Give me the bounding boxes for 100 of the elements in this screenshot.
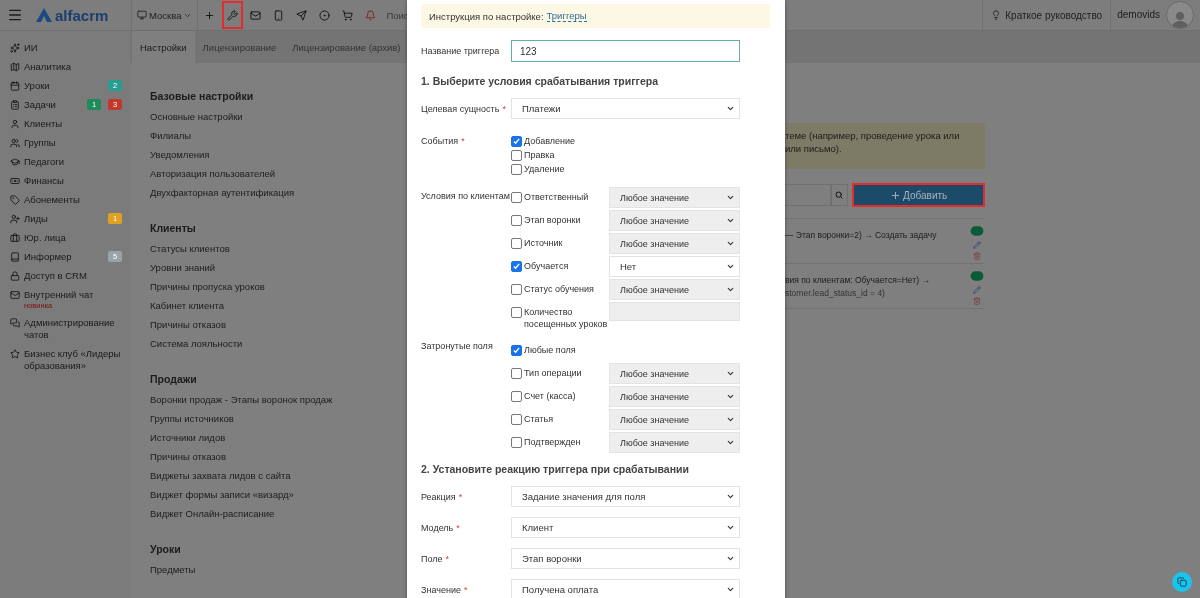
select-field[interactable]: Любое значение — [609, 279, 740, 300]
checkbox-label[interactable]: Ответственный — [524, 191, 589, 203]
checkbox-label[interactable]: Подтвержден — [524, 436, 581, 448]
trash-icon[interactable] — [973, 252, 981, 260]
checkbox[interactable] — [511, 215, 522, 226]
trigger-text: stomer.lead_status_id = 4) — [785, 287, 886, 300]
checkbox[interactable] — [511, 261, 522, 272]
settings-link[interactable]: Виджет Онлайн-расписание — [150, 504, 405, 523]
settings-link[interactable]: Причины отказов — [150, 447, 405, 466]
select-field[interactable]: Получена оплата — [511, 579, 740, 598]
settings-link[interactable]: Двухфакторная аутентификация — [150, 183, 405, 202]
lightbulb-icon — [991, 10, 1002, 20]
tab[interactable]: Лицензирование — [194, 31, 285, 63]
settings-link[interactable]: Виджеты захвата лидов с сайта — [150, 466, 405, 485]
checkbox[interactable] — [511, 284, 522, 295]
checkbox[interactable] — [511, 238, 522, 249]
toggle-icon[interactable] — [970, 269, 984, 283]
pencil-icon[interactable] — [973, 241, 981, 249]
guide-link[interactable]: Краткое руководство — [982, 0, 1111, 30]
checkbox-label[interactable]: Добавление — [524, 135, 575, 147]
branch-dropdown[interactable]: Москва — [132, 0, 199, 30]
select-field[interactable]: Любое значение — [609, 187, 740, 208]
tab[interactable]: Лицензирование (архив) — [284, 31, 409, 63]
select-field[interactable]: Любое значение — [609, 432, 740, 453]
avatar-icon[interactable] — [1166, 1, 1194, 29]
checkbox[interactable] — [511, 136, 522, 147]
settings-link[interactable]: Воронки продаж - Этапы воронок продаж — [150, 390, 405, 409]
checkbox-label[interactable]: Счет (касса) — [524, 390, 576, 402]
sidebar-item[interactable]: Группы — [0, 134, 130, 153]
settings-link[interactable]: Виджет формы записи «визард» — [150, 485, 405, 504]
sidebar-item[interactable]: Аналитика — [0, 58, 130, 77]
settings-link[interactable]: Уровни знаний — [150, 258, 405, 277]
chevron-down-icon — [726, 369, 735, 378]
pencil-icon[interactable] — [973, 286, 981, 294]
wrench-icon[interactable] — [222, 1, 244, 29]
checkbox-label[interactable]: Правка — [524, 149, 555, 161]
add-button[interactable]: Добавить — [852, 183, 985, 207]
required-mark: * — [502, 103, 506, 115]
settings-link[interactable]: Причины пропуска уроков — [150, 277, 405, 296]
sidebar-item[interactable]: ИИ — [0, 39, 130, 58]
checkbox[interactable] — [511, 150, 522, 161]
sidebar-item[interactable]: Бизнес клуб «Лидеры образования» — [0, 345, 130, 376]
sidebar-label: Финансы — [24, 175, 64, 186]
settings-link[interactable]: Группы источников — [150, 409, 405, 428]
sidebar-item[interactable]: Юр. лица — [0, 229, 130, 248]
select-field[interactable]: Задание значения для поля — [511, 486, 740, 507]
checkbox[interactable] — [511, 437, 522, 448]
select-field[interactable]: Любое значение — [609, 386, 740, 407]
settings-link[interactable]: Источники лидов — [150, 428, 405, 447]
checkbox-label[interactable]: Обучается — [524, 260, 569, 272]
select-field[interactable]: Любое значение — [609, 409, 740, 430]
checkbox[interactable] — [511, 368, 522, 379]
select-field[interactable]: Платежи — [511, 98, 740, 119]
checkbox-label[interactable]: Статья — [524, 413, 553, 425]
sidebar-item[interactable]: Финансы — [0, 172, 130, 191]
settings-link[interactable]: Система лояльности — [150, 334, 405, 353]
input-field[interactable] — [609, 302, 740, 321]
settings-link[interactable]: Авторизация пользователей — [150, 164, 405, 183]
sidebar-item[interactable]: Абонементы — [0, 191, 130, 210]
toggle-icon[interactable] — [970, 224, 984, 238]
settings-link[interactable]: Кабинет клиента — [150, 296, 405, 315]
sidebar-item[interactable]: Доступ в CRM — [0, 267, 130, 286]
settings-link[interactable]: Филиалы — [150, 126, 405, 145]
search-field[interactable]: Поис — [382, 9, 417, 21]
trash-icon[interactable] — [973, 297, 981, 305]
select-field[interactable]: Любое значение — [609, 233, 740, 254]
settings-link[interactable]: Уведомления — [150, 145, 405, 164]
select-field[interactable]: Клиент — [511, 517, 740, 538]
triggers-link[interactable]: Триггеры — [546, 10, 587, 22]
sidebar-item[interactable]: Педагоги — [0, 153, 130, 172]
chat-widget-icon[interactable] — [1172, 572, 1192, 592]
checkbox-label[interactable]: Статус обучения — [524, 283, 594, 295]
checkbox[interactable] — [511, 164, 522, 175]
sidebar-item[interactable]: Клиенты — [0, 115, 130, 134]
checkbox[interactable] — [511, 414, 522, 425]
section-heading: 2. Установите реакцию триггера при срабатывании — [421, 463, 690, 476]
checkbox[interactable] — [511, 345, 522, 356]
checkbox[interactable] — [511, 391, 522, 402]
name-input[interactable]: 123 — [511, 40, 740, 62]
select-field[interactable]: Нет — [609, 256, 740, 277]
checkbox-label[interactable]: Тип операции — [524, 367, 582, 379]
checkbox-label[interactable]: Удаление — [524, 163, 565, 175]
select-field[interactable]: Любое значение — [609, 210, 740, 231]
checkbox[interactable] — [511, 192, 522, 203]
settings-link[interactable]: Основные настройки — [150, 107, 405, 126]
sidebar-item[interactable]: Администрирование чатов — [0, 314, 130, 345]
tab[interactable]: Настройки — [132, 31, 195, 63]
settings-link[interactable]: Статусы клиентов — [150, 239, 405, 258]
checkbox-label[interactable]: Этап воронки — [524, 214, 581, 226]
select-field[interactable]: Этап воронки — [511, 548, 740, 569]
user-icon — [10, 119, 20, 129]
checkbox[interactable] — [511, 307, 522, 318]
user-name[interactable]: demovids — [1110, 0, 1166, 30]
select-field[interactable]: Любое значение — [609, 363, 740, 384]
sidebar-label: Задачи — [24, 99, 56, 110]
checkbox-label[interactable]: Источник — [524, 237, 563, 249]
checkbox-label[interactable]: Количество посещенных уроков — [524, 306, 609, 330]
settings-link[interactable]: Предметы — [150, 560, 405, 579]
settings-link[interactable]: Причины отказов — [150, 315, 405, 334]
checkbox-label[interactable]: Любые поля — [524, 344, 576, 356]
